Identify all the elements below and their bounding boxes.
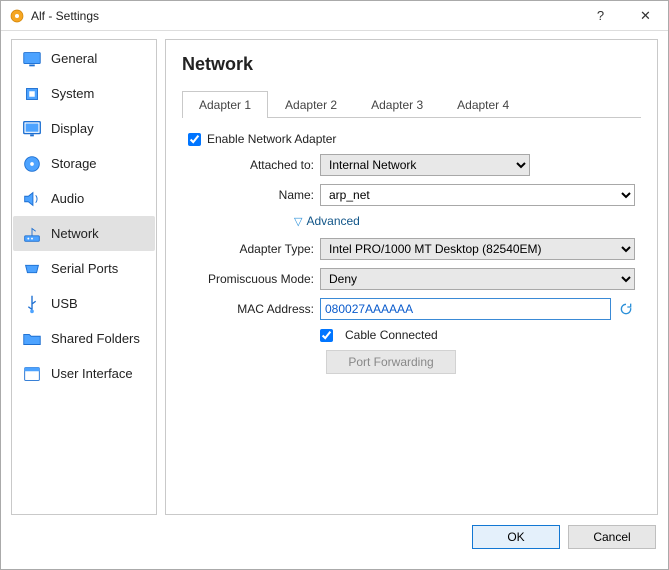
attached-to-select[interactable]: Internal Network (320, 154, 530, 176)
usb-icon (21, 293, 43, 315)
sidebar-item-serial-ports[interactable]: Serial Ports (13, 251, 155, 286)
sidebar-item-display[interactable]: Display (13, 111, 155, 146)
adapter-tabs: Adapter 1 Adapter 2 Adapter 3 Adapter 4 (182, 91, 641, 118)
speaker-icon (21, 188, 43, 210)
content-panel: Network Adapter 1 Adapter 2 Adapter 3 Ad… (165, 39, 658, 515)
mac-label: MAC Address: (188, 302, 320, 316)
sidebar-item-shared-folders[interactable]: Shared Folders (13, 321, 155, 356)
sidebar-item-label: Storage (51, 156, 97, 171)
cable-connected-checkbox[interactable] (320, 329, 333, 342)
name-label: Name: (188, 188, 320, 202)
enable-adapter-checkbox[interactable] (188, 133, 201, 146)
port-forwarding-button: Port Forwarding (326, 350, 456, 374)
app-icon (9, 8, 25, 24)
promiscuous-select[interactable]: Deny (320, 268, 635, 290)
chip-icon (21, 83, 43, 105)
cable-connected-label: Cable Connected (345, 328, 438, 342)
window-title: Alf - Settings (31, 9, 578, 23)
sidebar-item-system[interactable]: System (13, 76, 155, 111)
sidebar-item-label: USB (51, 296, 78, 311)
display-icon (21, 118, 43, 140)
sidebar-item-label: Audio (51, 191, 84, 206)
chevron-down-icon: ▽ (294, 215, 302, 228)
sidebar-item-label: Display (51, 121, 94, 136)
folder-icon (21, 328, 43, 350)
sidebar-item-storage[interactable]: Storage (13, 146, 155, 181)
advanced-toggle[interactable]: ▽ Advanced (188, 214, 635, 228)
category-list: General System Display Storage Audio (11, 39, 157, 515)
tab-adapter-4[interactable]: Adapter 4 (440, 91, 526, 118)
mac-address-input[interactable] (320, 298, 611, 320)
dialog-footer: OK Cancel (11, 515, 658, 559)
sidebar-item-usb[interactable]: USB (13, 286, 155, 321)
help-button[interactable]: ? (578, 1, 623, 31)
attached-to-label: Attached to: (188, 158, 320, 172)
tab-adapter-2[interactable]: Adapter 2 (268, 91, 354, 118)
window-titlebar: Alf - Settings ? ✕ (1, 1, 668, 31)
sidebar-item-label: Serial Ports (51, 261, 118, 276)
ok-button[interactable]: OK (472, 525, 560, 549)
sidebar-item-label: System (51, 86, 94, 101)
tab-adapter-3[interactable]: Adapter 3 (354, 91, 440, 118)
sidebar-item-network[interactable]: Network (13, 216, 155, 251)
sidebar-item-label: Network (51, 226, 99, 241)
network-icon (21, 223, 43, 245)
monitor-icon (21, 48, 43, 70)
page-title: Network (182, 54, 641, 75)
close-button[interactable]: ✕ (623, 1, 668, 31)
sidebar-item-general[interactable]: General (13, 41, 155, 76)
cancel-button[interactable]: Cancel (568, 525, 656, 549)
sidebar-item-audio[interactable]: Audio (13, 181, 155, 216)
sidebar-item-label: User Interface (51, 366, 133, 381)
sidebar-item-label: General (51, 51, 97, 66)
enable-adapter-label: Enable Network Adapter (207, 132, 336, 146)
adapter-type-select[interactable]: Intel PRO/1000 MT Desktop (82540EM) (320, 238, 635, 260)
sidebar-item-label: Shared Folders (51, 331, 140, 346)
sidebar-item-user-interface[interactable]: User Interface (13, 356, 155, 391)
ui-icon (21, 363, 43, 385)
tab-adapter-1[interactable]: Adapter 1 (182, 91, 268, 118)
name-select[interactable]: arp_net (320, 184, 635, 206)
serial-icon (21, 258, 43, 280)
refresh-mac-button[interactable] (617, 300, 635, 318)
adapter-type-label: Adapter Type: (188, 242, 320, 256)
advanced-label: Advanced (306, 214, 359, 228)
promiscuous-label: Promiscuous Mode: (188, 272, 320, 286)
disk-icon (21, 153, 43, 175)
